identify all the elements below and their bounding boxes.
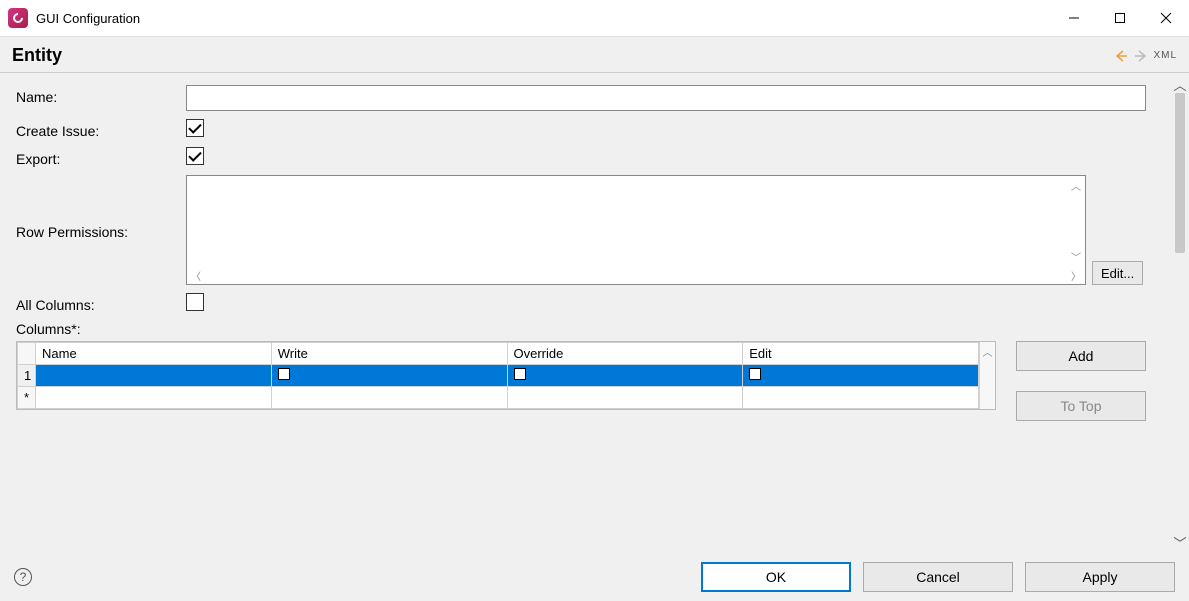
window-title: GUI Configuration xyxy=(36,11,140,26)
cell-name[interactable] xyxy=(36,365,272,387)
table-row[interactable]: 1 xyxy=(18,365,979,387)
dialog-footer: ? OK Cancel Apply xyxy=(0,553,1189,601)
main-scrollbar[interactable]: ︿ ﹀ xyxy=(1171,73,1189,553)
window-controls xyxy=(1051,0,1189,36)
page-title: Entity xyxy=(12,45,62,66)
nav-forward-icon[interactable] xyxy=(1133,48,1149,64)
cell-override[interactable] xyxy=(507,365,743,387)
columns-label: Columns*: xyxy=(16,321,1163,337)
col-header-name[interactable]: Name xyxy=(36,343,272,365)
close-button[interactable] xyxy=(1143,0,1189,36)
all-columns-label: All Columns: xyxy=(16,293,186,313)
page-header: Entity XML xyxy=(0,37,1189,73)
edit-checkbox[interactable] xyxy=(749,368,761,380)
help-icon[interactable]: ? xyxy=(14,568,32,586)
scroll-left-icon[interactable]: 〈 xyxy=(189,268,203,283)
add-button[interactable]: Add xyxy=(1016,341,1146,371)
table-scrollbar[interactable]: ︿ xyxy=(979,342,995,409)
name-input[interactable] xyxy=(186,85,1146,111)
columns-table: Name Write Override Edit 1 xyxy=(16,341,996,410)
override-checkbox[interactable] xyxy=(514,368,526,380)
table-header-row: Name Write Override Edit xyxy=(18,343,979,365)
scroll-down-icon[interactable]: ﹀ xyxy=(1173,535,1187,549)
app-icon xyxy=(8,8,28,28)
ok-button[interactable]: OK xyxy=(701,562,851,592)
row-permissions-label: Row Permissions: xyxy=(16,220,186,240)
cancel-button[interactable]: Cancel xyxy=(863,562,1013,592)
scroll-up-icon[interactable]: ︿ xyxy=(1069,178,1083,193)
minimize-button[interactable] xyxy=(1051,0,1097,36)
scroll-thumb[interactable] xyxy=(1175,93,1185,253)
scroll-up-icon[interactable]: ︿ xyxy=(1173,77,1187,91)
create-issue-checkbox[interactable] xyxy=(186,119,204,137)
col-header-edit[interactable]: Edit xyxy=(743,343,979,365)
all-columns-checkbox[interactable] xyxy=(186,293,204,311)
apply-button[interactable]: Apply xyxy=(1025,562,1175,592)
nav-back-icon[interactable] xyxy=(1113,48,1129,64)
col-header-write[interactable]: Write xyxy=(271,343,507,365)
row-permissions-field[interactable]: ︿ ﹀ 〈 〉 xyxy=(186,175,1086,285)
scroll-right-icon[interactable]: 〉 xyxy=(1069,268,1083,283)
export-checkbox[interactable] xyxy=(186,147,204,165)
xml-link[interactable]: XML xyxy=(1153,50,1177,61)
cell-edit[interactable] xyxy=(743,365,979,387)
row-number: 1 xyxy=(18,365,36,387)
titlebar: GUI Configuration xyxy=(0,0,1189,36)
table-new-row[interactable]: * xyxy=(18,387,979,409)
scroll-up-icon[interactable]: ︿ xyxy=(981,344,995,359)
write-checkbox[interactable] xyxy=(278,368,290,380)
new-row-marker: * xyxy=(18,387,36,409)
col-header-override[interactable]: Override xyxy=(507,343,743,365)
scroll-down-icon[interactable]: ﹀ xyxy=(1069,249,1083,264)
edit-permissions-button[interactable]: Edit... xyxy=(1092,261,1143,285)
export-label: Export: xyxy=(16,147,186,167)
name-label: Name: xyxy=(16,85,186,105)
cell-write[interactable] xyxy=(271,365,507,387)
maximize-button[interactable] xyxy=(1097,0,1143,36)
create-issue-label: Create Issue: xyxy=(16,119,186,139)
to-top-button[interactable]: To Top xyxy=(1016,391,1146,421)
